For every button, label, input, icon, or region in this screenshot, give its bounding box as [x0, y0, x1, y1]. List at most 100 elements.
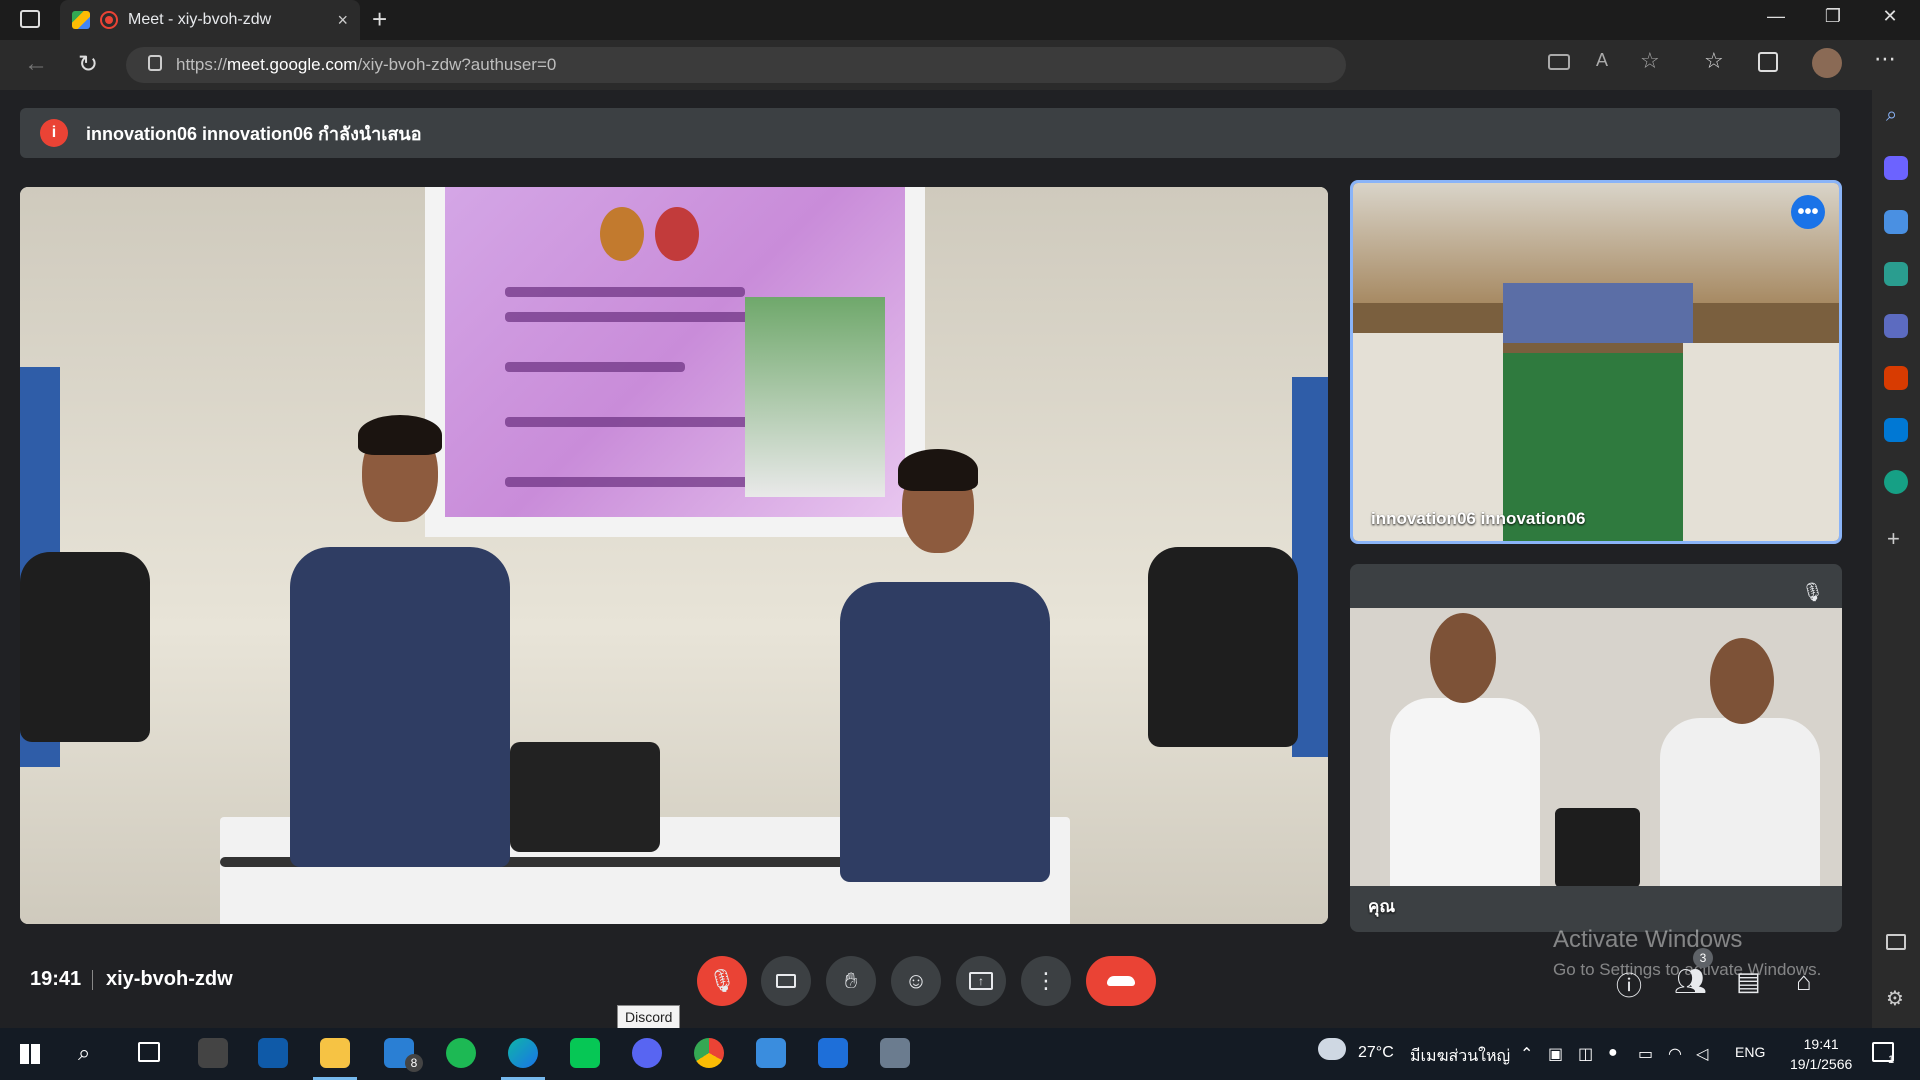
- spotify-icon[interactable]: [446, 1038, 476, 1068]
- settings-more-icon[interactable]: ⋯: [1874, 46, 1896, 72]
- meeting-code: xiy-bvoh-zdw: [106, 968, 233, 990]
- office-icon[interactable]: [1884, 366, 1908, 390]
- leave-call-button[interactable]: [1086, 956, 1156, 1006]
- slide-line: [505, 287, 745, 297]
- restore-button[interactable]: ❐: [1810, 6, 1856, 27]
- minimize-button[interactable]: —: [1753, 6, 1799, 27]
- sidebar-settings-icon[interactable]: ⚙: [1886, 986, 1904, 1011]
- address-bar[interactable]: https://meet.google.com/xiy-bvoh-zdw?aut…: [126, 47, 1346, 83]
- window-close-button[interactable]: ✕: [1867, 6, 1913, 27]
- drop-icon[interactable]: [1884, 470, 1908, 494]
- divider: [92, 970, 93, 990]
- meeting-details-button[interactable]: ⓘ: [1616, 966, 1642, 1003]
- tools-icon[interactable]: [1884, 262, 1908, 286]
- search-icon[interactable]: ⌕: [1886, 104, 1897, 127]
- participant-name: innovation06 innovation06: [1371, 509, 1586, 528]
- raise-hand-button[interactable]: ✋︎: [826, 956, 876, 1006]
- profile-avatar[interactable]: [1812, 48, 1842, 78]
- line-icon[interactable]: [570, 1038, 600, 1068]
- participant-tile-innovation06[interactable]: ••• innovation06 innovation06: [1350, 180, 1842, 544]
- shopping-icon[interactable]: [1884, 210, 1908, 234]
- slide-logo-icon: [600, 207, 644, 261]
- back-icon[interactable]: ←: [24, 50, 48, 78]
- tile-more-options-button[interactable]: •••: [1791, 195, 1825, 229]
- photos-icon[interactable]: [756, 1038, 786, 1068]
- edge-icon[interactable]: [508, 1038, 538, 1068]
- recording-icon: [100, 11, 118, 29]
- presenter-female-body: [840, 582, 1050, 882]
- browser-tab-meet[interactable]: Meet - xiy-bvoh-zdw ×: [60, 0, 360, 40]
- more-vertical-icon: ⋮: [1035, 968, 1057, 993]
- favorite-star-icon[interactable]: ☆: [1640, 48, 1660, 74]
- presenting-text: innovation06 innovation06 กำลังนำเสนอ: [86, 123, 422, 144]
- task-view-icon[interactable]: [138, 1042, 160, 1062]
- tab-title: Meet - xiy-bvoh-zdw: [128, 11, 272, 28]
- present-screen-button[interactable]: ↑: [956, 956, 1006, 1006]
- emoji-icon: ☺: [904, 968, 928, 993]
- favorites-icon[interactable]: ☆: [1704, 48, 1724, 74]
- more-options-button[interactable]: ⋮: [1021, 956, 1071, 1006]
- tab-close-button[interactable]: ×: [337, 10, 348, 31]
- meet-stage: i innovation06 innovation06 กำลังนำเสนอ: [0, 90, 1872, 1028]
- read-aloud-icon[interactable]: A: [1596, 50, 1608, 71]
- outlook-icon[interactable]: [1884, 418, 1908, 442]
- url-prefix: https://: [176, 55, 228, 74]
- discord-icon[interactable]: [632, 1038, 662, 1068]
- tray-app-icon[interactable]: ▣: [1548, 1044, 1563, 1064]
- participants-count-badge: 3: [1693, 948, 1713, 968]
- self-person-2-head: [1710, 638, 1774, 724]
- mic-toggle-button[interactable]: 🎙︎: [697, 956, 747, 1006]
- tab-actions-icon[interactable]: [20, 10, 40, 28]
- system-clock[interactable]: 19:41 19/1/2566: [1790, 1034, 1852, 1074]
- projector-screen: [445, 187, 905, 517]
- participant-tile-self[interactable]: 🎙︎ คุณ: [1350, 564, 1842, 932]
- refresh-icon[interactable]: ↻: [78, 50, 98, 79]
- camera-toggle-button[interactable]: [761, 956, 811, 1006]
- windows-start-icon[interactable]: [20, 1044, 40, 1064]
- edge-sidebar: ⌕ + ⚙: [1872, 90, 1920, 1028]
- activate-windows-title: Activate Windows: [1553, 926, 1743, 953]
- presenter-male-hair: [358, 415, 442, 455]
- tray-chevron-icon[interactable]: ⌃: [1520, 1044, 1533, 1064]
- calculator-icon[interactable]: [198, 1038, 228, 1068]
- volume-icon[interactable]: ◁: [1696, 1044, 1708, 1064]
- self-person-1: [1390, 698, 1540, 886]
- self-case: [1555, 808, 1640, 886]
- main-video-feed[interactable]: [20, 187, 1328, 924]
- new-tab-button[interactable]: +: [372, 4, 387, 35]
- browser-title-bar: Meet - xiy-bvoh-zdw × + — ❐ ✕: [0, 0, 1920, 40]
- festo-icon[interactable]: [258, 1038, 288, 1068]
- battery-icon[interactable]: ▭: [1638, 1044, 1653, 1064]
- reactions-button[interactable]: ☺: [891, 956, 941, 1006]
- taskbar-search-icon[interactable]: ⌕: [78, 1040, 90, 1066]
- clock-date: 19/1/2566: [1790, 1056, 1853, 1072]
- activities-button[interactable]: ⌂: [1796, 966, 1812, 997]
- wifi-icon[interactable]: ◠: [1668, 1044, 1682, 1064]
- collections-icon[interactable]: [1758, 52, 1778, 72]
- speaker-left: [20, 552, 150, 742]
- mic-off-icon: 🎙︎: [1801, 582, 1824, 602]
- discord-tooltip: Discord: [617, 1005, 681, 1029]
- sidebar-layout-icon[interactable]: [1886, 934, 1906, 950]
- weather-temp[interactable]: 27°C: [1358, 1044, 1394, 1062]
- games-icon[interactable]: [1884, 314, 1908, 338]
- self-person-1-head: [1430, 613, 1496, 703]
- video-player-icon[interactable]: [818, 1038, 848, 1068]
- hang-up-icon: [1107, 976, 1135, 986]
- weather-desc[interactable]: มีเมฆส่วนใหญ่: [1410, 1044, 1510, 1069]
- chat-button[interactable]: ▤: [1736, 966, 1761, 997]
- app-icon[interactable]: [880, 1038, 910, 1068]
- language-indicator[interactable]: ENG: [1735, 1044, 1765, 1060]
- camera-permission-icon[interactable]: [1548, 54, 1570, 70]
- file-explorer-icon[interactable]: [320, 1038, 350, 1068]
- demo-case: [510, 742, 660, 852]
- notification-count: 1: [1888, 1054, 1895, 1066]
- add-sidebar-app-icon[interactable]: +: [1887, 526, 1900, 552]
- people-button[interactable]: 👥︎: [1674, 966, 1707, 997]
- conference-table-right: [1683, 343, 1839, 541]
- weather-icon[interactable]: [1318, 1038, 1346, 1060]
- tray-security-icon[interactable]: ◫: [1578, 1044, 1593, 1064]
- tray-mic-icon[interactable]: ●: [1608, 1044, 1618, 1062]
- chrome-icon[interactable]: [694, 1038, 724, 1068]
- copilot-icon[interactable]: [1884, 156, 1908, 180]
